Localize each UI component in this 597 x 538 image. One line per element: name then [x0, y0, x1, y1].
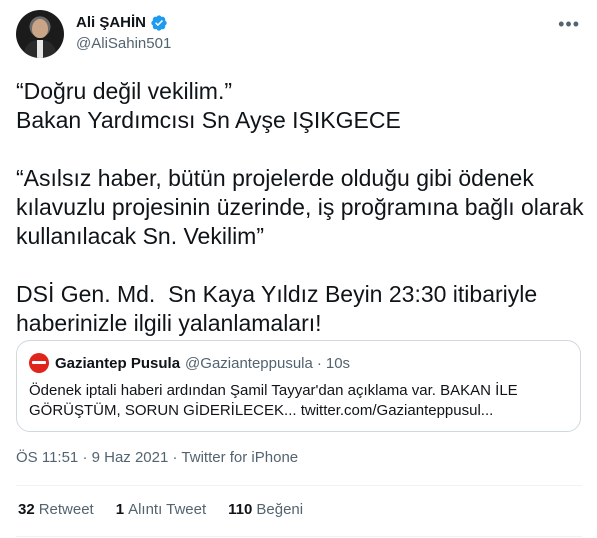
author-display-name[interactable]: Ali ŞAHİN	[76, 13, 146, 33]
quotes-count: 1	[115, 501, 125, 518]
author-handle[interactable]: @AliSahin501	[76, 34, 171, 54]
author-avatar[interactable]	[16, 10, 64, 58]
tweet-source-link[interactable]: Twitter for iPhone	[181, 449, 298, 466]
retweets-count: 32	[18, 501, 35, 518]
quoted-separator: ·	[316, 354, 322, 372]
tweet-date: 9 Haz 2021	[91, 449, 169, 466]
quote-tweets-stat[interactable]: 1 Alıntı Tweet	[116, 501, 206, 518]
quoted-time: 10s	[325, 354, 351, 372]
author-names: Ali ŞAHİN @AliSahin501	[76, 13, 171, 54]
quoted-author-avatar	[29, 353, 49, 373]
quoted-author-handle: @Gazianteppusula	[185, 354, 313, 372]
tweet-text: “Doğru değil vekilim.” Bakan Yardımcısı …	[16, 78, 584, 336]
author-display-name-row[interactable]: Ali ŞAHİN	[76, 13, 171, 33]
quoted-tweet-header: Gaziantep Pusula @Gazianteppusula · 10s	[29, 353, 350, 373]
quotes-label: Alıntı Tweet	[128, 501, 207, 518]
quoted-tweet-text: Ödenek iptali haberi ardından Şamil Tayy…	[29, 382, 518, 419]
likes-stat[interactable]: 110 Beğeni	[228, 501, 303, 518]
quoted-author-name: Gaziantep Pusula	[55, 354, 181, 372]
meta-separator: ·	[172, 449, 178, 466]
divider	[16, 485, 582, 486]
tweet-time: ÖS 11:51	[16, 449, 79, 466]
retweets-stat[interactable]: 32 Retweet	[18, 501, 94, 518]
likes-count: 110	[228, 501, 253, 518]
quoted-tweet[interactable]: Gaziantep Pusula @Gazianteppusula · 10s …	[16, 340, 581, 432]
retweets-label: Retweet	[38, 501, 94, 518]
tweet-stats: 32 Retweet 1 Alıntı Tweet 110 Beğeni	[18, 501, 303, 518]
likes-label: Beğeni	[256, 501, 304, 518]
tweet-time-link[interactable]: ÖS 11:51 · 9 Haz 2021	[16, 449, 168, 466]
tweet-header: Ali ŞAHİN @AliSahin501 •••	[16, 10, 582, 62]
more-horizontal-icon[interactable]: •••	[558, 14, 580, 35]
divider	[16, 536, 582, 537]
verified-badge-icon	[151, 15, 167, 31]
meta-separator: ·	[82, 449, 88, 466]
tweet-meta: ÖS 11:51 · 9 Haz 2021 · Twitter for iPho…	[16, 449, 298, 466]
